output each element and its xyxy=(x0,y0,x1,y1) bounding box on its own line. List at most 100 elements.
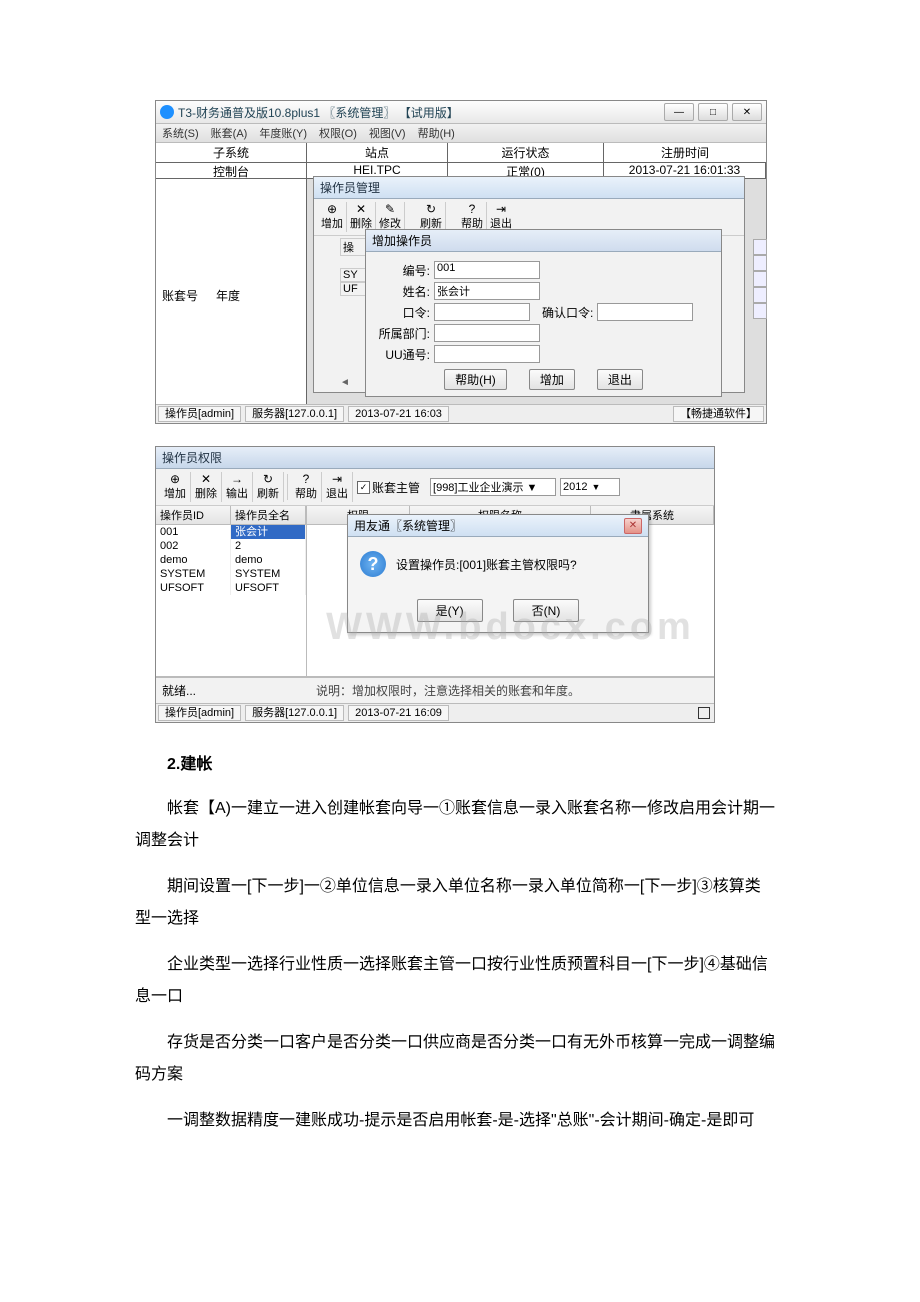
doc-p2: 期间设置一[下一步]一②单位信息一录入单位名称一录入单位简称一[下一步]③核算类… xyxy=(135,871,775,935)
perm-right: 权限 权限名称 隶属系统 用友通〖系统管理〗 ✕ ? 设置操作员:[001]账套… xyxy=(307,506,714,676)
main-body: 账套号 年度 操作员管理 ⊕增加 ✕删除 ✎修改 ↻刷新 ?帮助 xyxy=(156,179,766,404)
left-labels: 账套号 年度 xyxy=(162,287,240,304)
side-tab-3[interactable] xyxy=(753,271,767,287)
yes-button[interactable]: 是(Y) xyxy=(417,599,483,622)
perm-left-list: 操作员ID 操作员全名 001张会计0022demodemoSYSTEMSYST… xyxy=(156,506,307,676)
status-server: 服务器[127.0.0.1] xyxy=(245,406,344,422)
exit-button[interactable]: 退出 xyxy=(597,369,643,390)
side-tab-2[interactable] xyxy=(753,255,767,271)
tool-refresh[interactable]: ↻刷新 xyxy=(417,202,446,232)
chk-account-master[interactable]: ✓ 账套主管 xyxy=(357,479,420,496)
tool-edit[interactable]: ✎修改 xyxy=(376,202,405,232)
col-site: 站点 xyxy=(307,143,448,162)
help-button[interactable]: 帮助(H) xyxy=(444,369,507,390)
input-uu[interactable] xyxy=(434,345,540,363)
input-name[interactable]: 张会计 xyxy=(434,282,540,300)
edit-icon: ✎ xyxy=(376,203,404,215)
close-button[interactable]: ✕ xyxy=(732,103,762,121)
doc-p3: 企业类型一选择行业性质一选择账套主管一口按行业性质预置科目一[下一步]④基础信息… xyxy=(135,949,775,1013)
label-name: 姓名: xyxy=(376,283,430,300)
cell-subsystem: 控制台 xyxy=(156,163,307,178)
tool-add[interactable]: ⊕增加 xyxy=(318,202,347,232)
grid-header: 子系统 站点 运行状态 注册时间 xyxy=(156,143,766,163)
add-op-body: 编号: 001 姓名: 张会计 口令: 确认口令: xyxy=(366,252,721,396)
window-buttons: — □ ✕ xyxy=(664,103,762,121)
perm-tool-help[interactable]: ?帮助 xyxy=(291,472,322,502)
perm-status-hint: 就绪... 说明：增加权限时，注意选择相关的账套和年度。 xyxy=(156,677,714,703)
status-ready: 就绪... xyxy=(162,682,196,699)
col-op-id: 操作员ID xyxy=(156,506,231,524)
no-button[interactable]: 否(N) xyxy=(513,599,580,622)
doc-p4: 存货是否分类一口客户是否分类一口供应商是否分类一口有无外币核算一完成一调整编码方… xyxy=(135,1027,775,1091)
list-item[interactable]: SYSTEMSYSTEM xyxy=(156,567,306,581)
side-tab-1[interactable] xyxy=(753,239,767,255)
confirm-title: 用友通〖系统管理〗 xyxy=(354,517,462,534)
menu-account[interactable]: 账套(A) xyxy=(205,125,254,141)
combo-year[interactable]: 2012 ▼ xyxy=(560,478,620,496)
menu-year[interactable]: 年度账(Y) xyxy=(253,125,313,141)
confirm-dialog: 用友通〖系统管理〗 ✕ ? 设置操作员:[001]账套主管权限吗? 是(Y) 否… xyxy=(347,514,649,633)
operator-permission-window: 操作员权限 ⊕增加 ✕删除 →输出 ↻刷新 ?帮助 ⇥退出 ✓ 账套主管 [99… xyxy=(155,446,715,723)
confirm-titlebar: 用友通〖系统管理〗 ✕ xyxy=(348,515,648,537)
minimize-button[interactable]: — xyxy=(664,103,694,121)
status-note: 说明：增加权限时，注意选择相关的账套和年度。 xyxy=(316,682,708,699)
help-icon: ? xyxy=(458,203,486,215)
combo-year-value: 2012 xyxy=(563,481,587,493)
scroll-left-icon[interactable]: ◄ xyxy=(340,377,350,388)
section-heading: 2.建帐 xyxy=(135,749,775,781)
menu-system[interactable]: 系统(S) xyxy=(156,125,205,141)
add-operator-dialog: 增加操作员 编号: 001 姓名: 张会计 口令: xyxy=(365,229,722,397)
add-button[interactable]: 增加 xyxy=(529,369,575,390)
cell-op-name: 张会计 xyxy=(231,525,306,539)
add-op-title: 增加操作员 xyxy=(366,230,721,252)
app-icon xyxy=(160,105,174,119)
combo-account[interactable]: [998]工业企业演示 ▼ xyxy=(430,478,556,496)
tool-help[interactable]: ?帮助 xyxy=(458,202,487,232)
status-server: 服务器[127.0.0.1] xyxy=(245,705,344,721)
list-item[interactable]: UFSOFTUFSOFT xyxy=(156,581,306,595)
tool-delete[interactable]: ✕删除 xyxy=(347,202,376,232)
input-pwd2[interactable] xyxy=(597,303,693,321)
menu-view[interactable]: 视图(V) xyxy=(363,125,412,141)
menu-permission[interactable]: 权限(O) xyxy=(313,125,363,141)
perm-tool-export[interactable]: →输出 xyxy=(222,472,253,502)
list-item[interactable]: 0022 xyxy=(156,539,306,553)
perm-tool-refresh[interactable]: ↻刷新 xyxy=(253,472,284,502)
right-pane: 操作员管理 ⊕增加 ✕删除 ✎修改 ↻刷新 ?帮助 ⇥退出 操 SY xyxy=(307,179,766,404)
col-op-name: 操作员全名 xyxy=(231,506,306,524)
input-pwd[interactable] xyxy=(434,303,530,321)
window-title: T3-财务通普及版10.8plus1 〖系统管理〗 【试用版】 xyxy=(178,104,664,121)
input-id[interactable]: 001 xyxy=(434,261,540,279)
maximize-button[interactable]: □ xyxy=(698,103,728,121)
close-icon[interactable]: ✕ xyxy=(624,518,642,534)
perm-tool-add[interactable]: ⊕增加 xyxy=(160,472,191,502)
cell-op-name: demo xyxy=(231,553,306,567)
tool-exit[interactable]: ⇥退出 xyxy=(487,202,515,232)
label-pwd: 口令: xyxy=(376,304,430,321)
side-tab-5[interactable] xyxy=(753,303,767,319)
status-brand: 【畅捷通软件】 xyxy=(673,406,764,422)
doc-p1: 帐套【A)一建立一进入创建帐套向导一①账套信息一录入账套名称一修改启用会计期一调… xyxy=(135,793,775,857)
label-pwd2: 确认口令: xyxy=(542,304,593,321)
plus-icon: ⊕ xyxy=(318,203,346,215)
status-operator: 操作员[admin] xyxy=(158,406,241,422)
col-status: 运行状态 xyxy=(448,143,604,162)
side-tab-4[interactable] xyxy=(753,287,767,303)
cell-op-id: 002 xyxy=(156,539,231,553)
menu-help[interactable]: 帮助(H) xyxy=(412,125,461,141)
perm-tool-exit[interactable]: ⇥退出 xyxy=(322,472,353,502)
confirm-text: 设置操作员:[001]账套主管权限吗? xyxy=(396,556,577,573)
export-icon: → xyxy=(222,473,252,485)
list-item[interactable]: 001张会计 xyxy=(156,525,306,539)
system-management-window: T3-财务通普及版10.8plus1 〖系统管理〗 【试用版】 — □ ✕ 系统… xyxy=(155,100,767,424)
status-operator: 操作员[admin] xyxy=(158,705,241,721)
cell-op-name: UFSOFT xyxy=(231,581,306,595)
perm-tool-del[interactable]: ✕删除 xyxy=(191,472,222,502)
label-year: 年度 xyxy=(216,287,240,304)
label-dept: 所属部门: xyxy=(376,325,430,342)
perm-statusbar: 操作员[admin] 服务器[127.0.0.1] 2013-07-21 16:… xyxy=(156,703,714,722)
list-item[interactable]: demodemo xyxy=(156,553,306,567)
check-icon: ✓ xyxy=(357,481,370,494)
input-dept[interactable] xyxy=(434,324,540,342)
label-account-no: 账套号 xyxy=(162,287,198,304)
